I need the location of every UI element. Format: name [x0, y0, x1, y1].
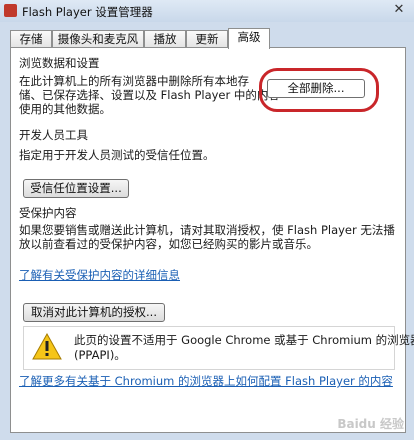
- tab-updates[interactable]: 更新: [186, 30, 228, 47]
- tab-advanced[interactable]: 高级: [228, 28, 270, 49]
- trusted-location-button[interactable]: 受信任位置设置...: [23, 179, 129, 198]
- chrome-warning-box: 此页的设置不适用于 Google Chrome 或基于 Chromium 的浏览…: [23, 326, 414, 370]
- tab-storage[interactable]: 存储: [10, 30, 52, 47]
- close-button[interactable]: ✕: [388, 2, 410, 18]
- browsing-data-desc-1: 在此计算机上的所有浏览器中删除所有本地存: [19, 74, 249, 88]
- protected-content-link[interactable]: 了解有关受保护内容的详细信息: [19, 268, 180, 282]
- title-bar: Flash Player 设置管理器 ✕: [0, 0, 414, 22]
- tab-strip: 存储 摄像头和麦克风 播放 更新 高级: [10, 28, 406, 49]
- browsing-data-desc-2: 储、已保存选择、设置以及 Flash Player 中的内容: [19, 88, 280, 102]
- tab-camera-mic[interactable]: 摄像头和麦克风: [52, 30, 144, 47]
- baidu-watermark: Baidu 经验: [337, 417, 404, 431]
- protected-content-heading: 受保护内容: [19, 206, 77, 220]
- tab-playback[interactable]: 播放: [144, 30, 186, 47]
- advanced-panel: 浏览数据和设置 在此计算机上的所有浏览器中删除所有本地存 储、已保存选择、设置以…: [10, 47, 414, 433]
- window-title: Flash Player 设置管理器: [22, 5, 153, 19]
- warning-text-1: 此页的设置不适用于 Google Chrome 或基于 Chromium 的浏览…: [74, 333, 414, 347]
- developer-tools-heading: 开发人员工具: [19, 128, 88, 142]
- developer-tools-desc: 指定用于开发人员测试的受信任位置。: [19, 148, 215, 162]
- chromium-config-link[interactable]: 了解更多有关基于 Chromium 的浏览器上如何配置 Flash Player…: [19, 374, 393, 388]
- browsing-data-heading: 浏览数据和设置: [19, 56, 100, 70]
- warning-text-2: (PPAPI)。: [74, 348, 126, 362]
- warning-icon: [32, 333, 62, 360]
- flash-player-icon: [4, 4, 17, 17]
- protected-content-desc-2: 放以前查看过的受保护内容，如您已经购买的影片或音乐。: [19, 237, 318, 251]
- deauthorize-button[interactable]: 取消对此计算机的授权...: [23, 303, 165, 322]
- protected-content-desc-1: 如果您要销售或赠送此计算机，请对其取消授权，使 Flash Player 无法播: [19, 223, 395, 237]
- browsing-data-desc-3: 使用的其他数据。: [19, 102, 111, 116]
- highlight-circle: [259, 68, 379, 112]
